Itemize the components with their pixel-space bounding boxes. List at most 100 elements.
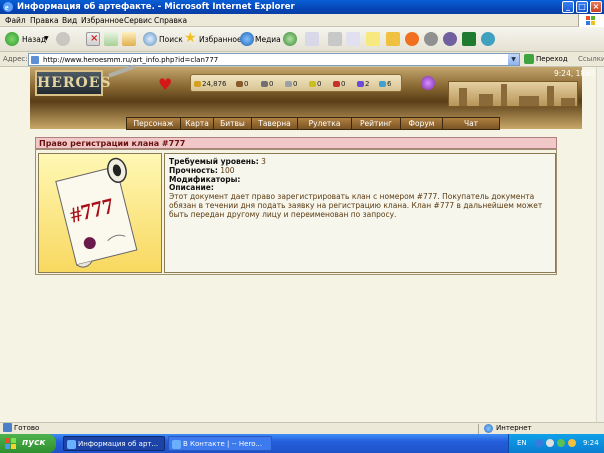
discuss-button[interactable] [366, 32, 380, 47]
resource-mercury: 0 [285, 80, 297, 88]
language-indicator[interactable]: EN [517, 439, 527, 447]
nav-roulette[interactable]: Рулетка [298, 118, 352, 129]
start-button[interactable]: пуск [0, 434, 56, 453]
go-arrow-icon[interactable] [524, 54, 534, 64]
menu-edit[interactable]: Правка [30, 16, 59, 25]
ore-icon [261, 81, 268, 87]
forward-button[interactable] [56, 32, 78, 47]
crystal-icon [333, 81, 340, 87]
print-button[interactable] [328, 32, 342, 47]
stop-button[interactable]: × [86, 32, 100, 47]
address-input[interactable]: http://www.heroesmm.ru/art_info.php?id=c… [28, 53, 520, 66]
castle-image [448, 81, 578, 107]
back-button[interactable]: Назад ▼ [5, 32, 49, 47]
star-icon: ★ [184, 30, 197, 46]
diamond-icon [379, 81, 386, 87]
required-level-row: Требуемый уровень: 3 [169, 157, 266, 166]
resource-gold: 24,876 [194, 80, 227, 88]
vertical-scrollbar[interactable] [596, 67, 604, 422]
wood-icon [236, 81, 243, 87]
media-icon [240, 32, 254, 46]
puzzle-icon [462, 32, 476, 46]
media-button[interactable]: Медиа [240, 32, 281, 47]
ie-icon: e [3, 2, 13, 12]
volume-icon[interactable] [546, 439, 554, 447]
item-title: Право регистрации клана #777 [39, 139, 186, 148]
messenger-button[interactable] [386, 32, 400, 47]
status-text: Готово [14, 424, 40, 432]
nav-map[interactable]: Карта [181, 118, 214, 129]
at-icon [405, 32, 419, 46]
nav-chat[interactable]: Чат [443, 118, 499, 129]
windows-logo-icon [578, 14, 604, 27]
resource-wood: 0 [236, 80, 248, 88]
resource-crystal: 0 [333, 80, 345, 88]
nav-forum[interactable]: Форум [401, 118, 443, 129]
heart-icon: ♥ [158, 75, 173, 94]
minimize-button[interactable]: _ [562, 1, 574, 13]
tool-button-1[interactable] [443, 32, 457, 47]
nav-character[interactable]: Персонаж [127, 118, 181, 129]
history-button[interactable] [283, 32, 297, 47]
close-button[interactable]: × [590, 1, 602, 13]
tool-button-2[interactable] [462, 32, 476, 47]
task-artifact-info[interactable]: Информация об арт... [63, 436, 165, 451]
network-icon[interactable] [535, 439, 543, 447]
nav-battles[interactable]: Битвы [214, 118, 252, 129]
chevron-down-icon: ▼ [44, 35, 49, 42]
internet-zone-icon [484, 424, 493, 433]
edit-button[interactable] [346, 32, 360, 47]
mail-button[interactable] [305, 32, 319, 47]
home-button[interactable] [122, 32, 136, 47]
links-button[interactable]: Ссылки [578, 55, 604, 63]
menu-view[interactable]: Вид [62, 16, 77, 25]
menu-help[interactable]: Справка [154, 16, 187, 25]
address-url: http://www.heroesmm.ru/art_info.php?id=c… [43, 56, 219, 64]
status-bar: Готово Интернет [0, 422, 604, 434]
page-done-icon [3, 423, 12, 432]
svg-text:e: e [5, 3, 9, 12]
go-button[interactable]: Переход [536, 55, 568, 63]
resource-sulfur: 0 [309, 80, 321, 88]
system-tray: EN 9:24 [508, 434, 604, 453]
back-arrow-icon [5, 32, 19, 46]
task-vkontakte[interactable]: В Контакте | -- Hero... [168, 436, 272, 451]
menu-favorites[interactable]: Избранное [81, 16, 124, 25]
maximize-button[interactable]: □ [576, 1, 588, 13]
refresh-button[interactable] [104, 32, 118, 47]
zone-text: Интернет [496, 424, 532, 432]
tray-app-icon[interactable] [557, 439, 565, 447]
search-icon [143, 32, 157, 46]
nav-rating[interactable]: Рейтинг [352, 118, 401, 129]
item-image: #777 [38, 153, 162, 273]
folder-icon [386, 32, 400, 46]
tray-app-icon-2[interactable] [568, 439, 576, 447]
research-button[interactable] [424, 32, 438, 47]
nav-tavern[interactable]: Таверна [252, 118, 298, 129]
window-title: Информация об артефакте. - Microsoft Int… [17, 2, 295, 12]
edit-icon [346, 32, 360, 46]
menu-tools[interactable]: Сервис [124, 16, 152, 25]
people-icon [481, 32, 495, 46]
item-panel: #777 Требуемый уровень: 3 Прочность: 100… [35, 149, 557, 275]
description-text: Этот документ дает право зарегистрироват… [169, 192, 543, 219]
item-title-bar: Право регистрации клана #777 [35, 137, 557, 149]
forward-arrow-icon [56, 32, 70, 46]
menu-file[interactable]: Файл [5, 16, 26, 25]
toolbar: Назад ▼ × Поиск ★ Избранное Медиа [0, 27, 604, 52]
address-label: Адрес: [3, 55, 28, 63]
tool-button-3[interactable] [481, 32, 495, 47]
stop-icon: × [86, 32, 100, 46]
search-button[interactable]: Поиск [143, 32, 183, 47]
game-logo[interactable]: HEROES [35, 70, 111, 96]
potion-icon[interactable] [421, 76, 435, 90]
ie-icon [172, 440, 181, 449]
chevron-down-icon[interactable]: ▼ [508, 54, 519, 65]
menu-bar: Файл Правка Вид Избранное Сервис Справка [0, 14, 604, 27]
windows-flag-icon [5, 438, 16, 449]
note-icon [366, 32, 380, 46]
taskbar: пуск Информация об арт... В Контакте | -… [0, 434, 604, 453]
favorites-button[interactable]: ★ Избранное [184, 30, 242, 47]
mail-icon [305, 32, 319, 46]
icq-button[interactable] [405, 32, 419, 47]
